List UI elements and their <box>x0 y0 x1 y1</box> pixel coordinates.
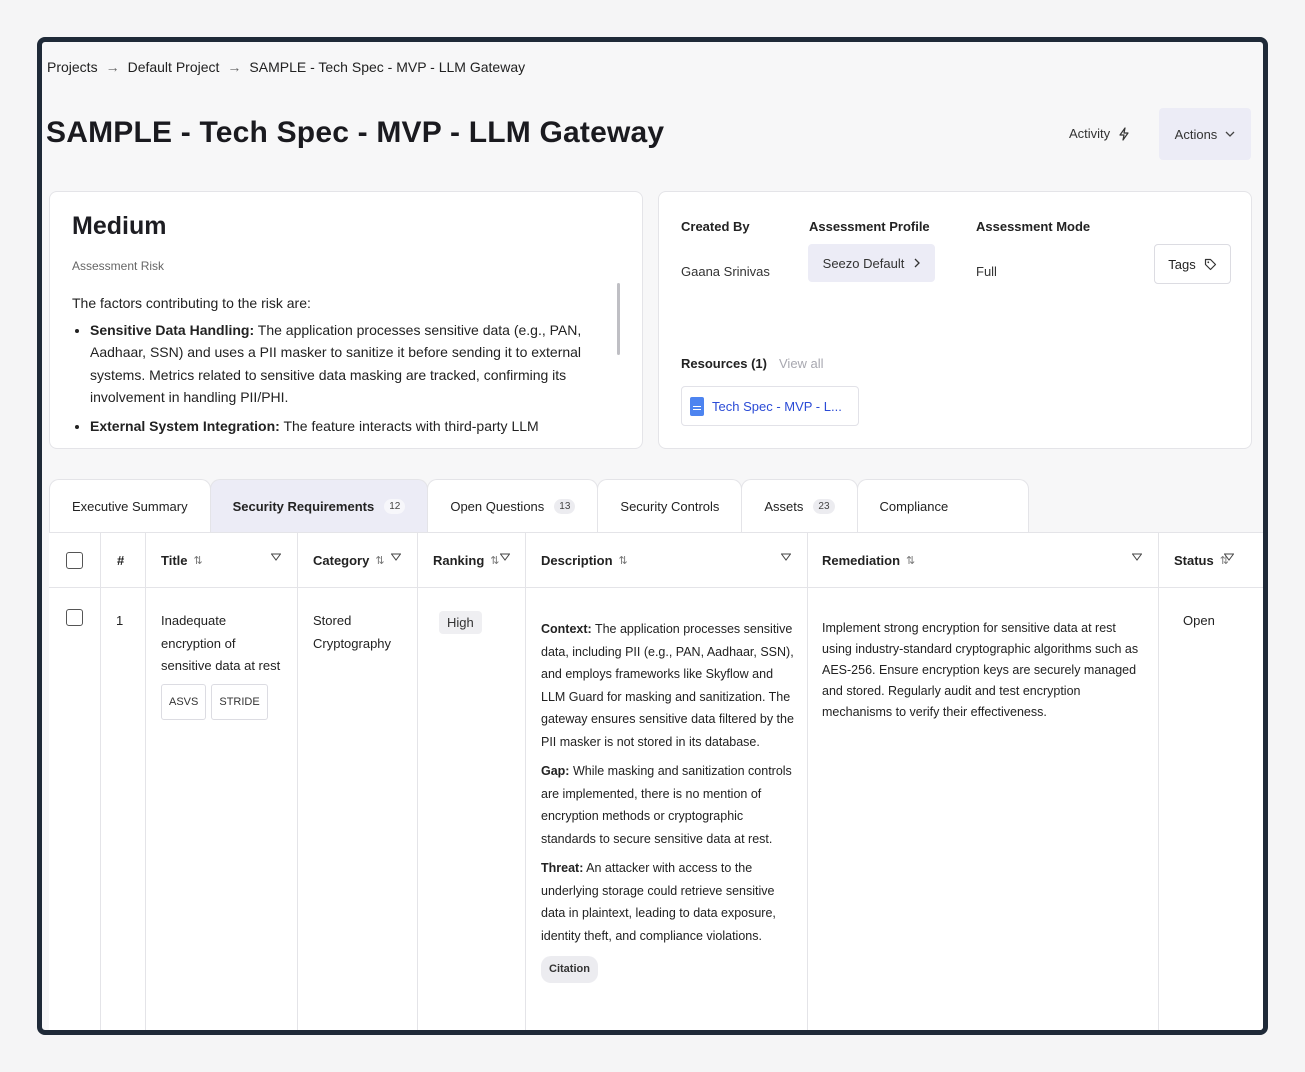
breadcrumb-default-project[interactable]: Default Project <box>128 59 220 75</box>
filter-icon[interactable] <box>1132 553 1142 563</box>
actions-button[interactable]: Actions <box>1159 108 1251 160</box>
header-ranking[interactable]: Ranking ⇅ <box>433 533 500 587</box>
tab-compliance[interactable]: Compliance <box>856 479 1030 533</box>
risk-factor-item: External System Integration: The feature… <box>90 415 607 438</box>
sort-icon: ⇅ <box>193 554 203 567</box>
created-by-value: Gaana Srinivas <box>681 264 770 279</box>
risk-factors: The factors contributing to the risk are… <box>72 292 607 443</box>
risk-scrollbar[interactable] <box>617 283 620 355</box>
header-status[interactable]: Status ⇅ <box>1174 533 1229 587</box>
actions-label: Actions <box>1174 126 1218 142</box>
app-window: Projects → Default Project → SAMPLE - Te… <box>37 37 1268 1035</box>
citation-button[interactable]: Citation <box>541 956 598 983</box>
filter-icon[interactable] <box>500 553 510 563</box>
row-num: 1 <box>116 613 124 628</box>
tag-stride: STRIDE <box>211 683 268 720</box>
chevron-down-icon <box>1225 131 1235 137</box>
risk-card: Medium Assessment Risk The factors contr… <box>49 191 643 449</box>
view-all-link[interactable]: View all <box>779 356 824 371</box>
risk-factor-item: Sensitive Data Handling: The application… <box>90 319 607 409</box>
activity-label: Activity <box>1069 126 1111 141</box>
assessment-mode-value: Full <box>976 264 997 279</box>
select-all-checkbox[interactable] <box>66 551 83 569</box>
tab-bar: Executive Summary Security Requirements 1… <box>49 479 1030 533</box>
assessment-profile-value: Seezo Default <box>822 255 905 271</box>
risk-sub-label: Assessment Risk <box>72 259 165 273</box>
filter-icon[interactable] <box>1224 553 1234 563</box>
sort-icon: ⇅ <box>618 554 628 567</box>
assessment-profile-label: Assessment Profile <box>809 219 930 234</box>
row-status[interactable]: Open <box>1183 610 1215 633</box>
filter-icon[interactable] <box>391 553 401 563</box>
header-description[interactable]: Description ⇅ <box>541 533 628 587</box>
row-category: Stored Cryptography <box>313 613 392 651</box>
assessment-profile-button[interactable]: Seezo Default <box>808 244 935 282</box>
activity-button[interactable]: Activity <box>1069 126 1130 141</box>
row-description: Context: The application processes sensi… <box>541 618 796 983</box>
header-category[interactable]: Category ⇅ <box>313 533 385 587</box>
filter-icon[interactable] <box>271 553 281 563</box>
assessment-meta-card: Created By Gaana Srinivas Assessment Pro… <box>658 191 1252 449</box>
tag-asvs: ASVS <box>161 683 207 720</box>
sort-icon: ⇅ <box>490 554 500 567</box>
row-title: Inadequate encryption of sensitive data … <box>161 613 281 673</box>
tab-security-controls[interactable]: Security Controls <box>597 479 743 533</box>
risk-level: Medium <box>72 212 167 240</box>
tab-open-questions[interactable]: Open Questions 13 <box>427 479 599 533</box>
tag-icon <box>1204 258 1216 270</box>
sort-icon: ⇅ <box>375 554 385 567</box>
tab-count-badge: 23 <box>813 499 835 514</box>
chevron-right-icon <box>914 258 921 268</box>
row-remediation: Implement strong encryption for sensitiv… <box>822 621 1139 719</box>
breadcrumb-separator: → <box>105 59 120 75</box>
filter-icon[interactable] <box>781 553 791 563</box>
tab-count-badge: 12 <box>384 499 406 514</box>
resources-label: Resources (1) <box>681 356 767 371</box>
tab-executive-summary[interactable]: Executive Summary <box>49 479 211 533</box>
tags-label: Tags <box>1168 256 1196 272</box>
tab-security-requirements[interactable]: Security Requirements 12 <box>209 479 429 533</box>
created-by-label: Created By <box>681 219 750 234</box>
resource-chip[interactable]: Tech Spec - MVP - L... <box>681 386 859 426</box>
requirements-table: # Title ⇅ Category ⇅ Ranking ⇅ Description ⇅… <box>49 532 1263 1030</box>
resource-name: Tech Spec - MVP - L... <box>712 398 842 414</box>
table-header: # Title ⇅ Category ⇅ Ranking ⇅ Description ⇅… <box>49 533 1263 588</box>
breadcrumb-current: SAMPLE - Tech Spec - MVP - LLM Gateway <box>249 59 526 75</box>
breadcrumb-projects[interactable]: Projects <box>47 59 98 75</box>
assessment-mode-label: Assessment Mode <box>976 219 1091 234</box>
risk-intro: The factors contributing to the risk are… <box>72 295 311 311</box>
lightning-icon <box>1119 126 1129 141</box>
header-remediation[interactable]: Remediation ⇅ <box>822 533 915 587</box>
breadcrumb: Projects → Default Project → SAMPLE - Te… <box>47 59 525 75</box>
document-icon <box>690 396 704 416</box>
header-num: # <box>117 552 125 568</box>
page-title: SAMPLE - Tech Spec - MVP - LLM Gateway <box>46 116 665 149</box>
breadcrumb-separator: → <box>227 59 242 75</box>
sort-icon: ⇅ <box>906 554 916 567</box>
row-checkbox[interactable] <box>66 609 83 626</box>
row-title-cell: Inadequate encryption of sensitive data … <box>161 610 289 720</box>
header-title[interactable]: Title ⇅ <box>161 533 203 587</box>
ranking-badge: High <box>439 611 482 634</box>
tab-assets[interactable]: Assets 23 <box>741 479 858 533</box>
tab-count-badge: 13 <box>554 499 576 514</box>
tags-button[interactable]: Tags <box>1154 244 1231 284</box>
